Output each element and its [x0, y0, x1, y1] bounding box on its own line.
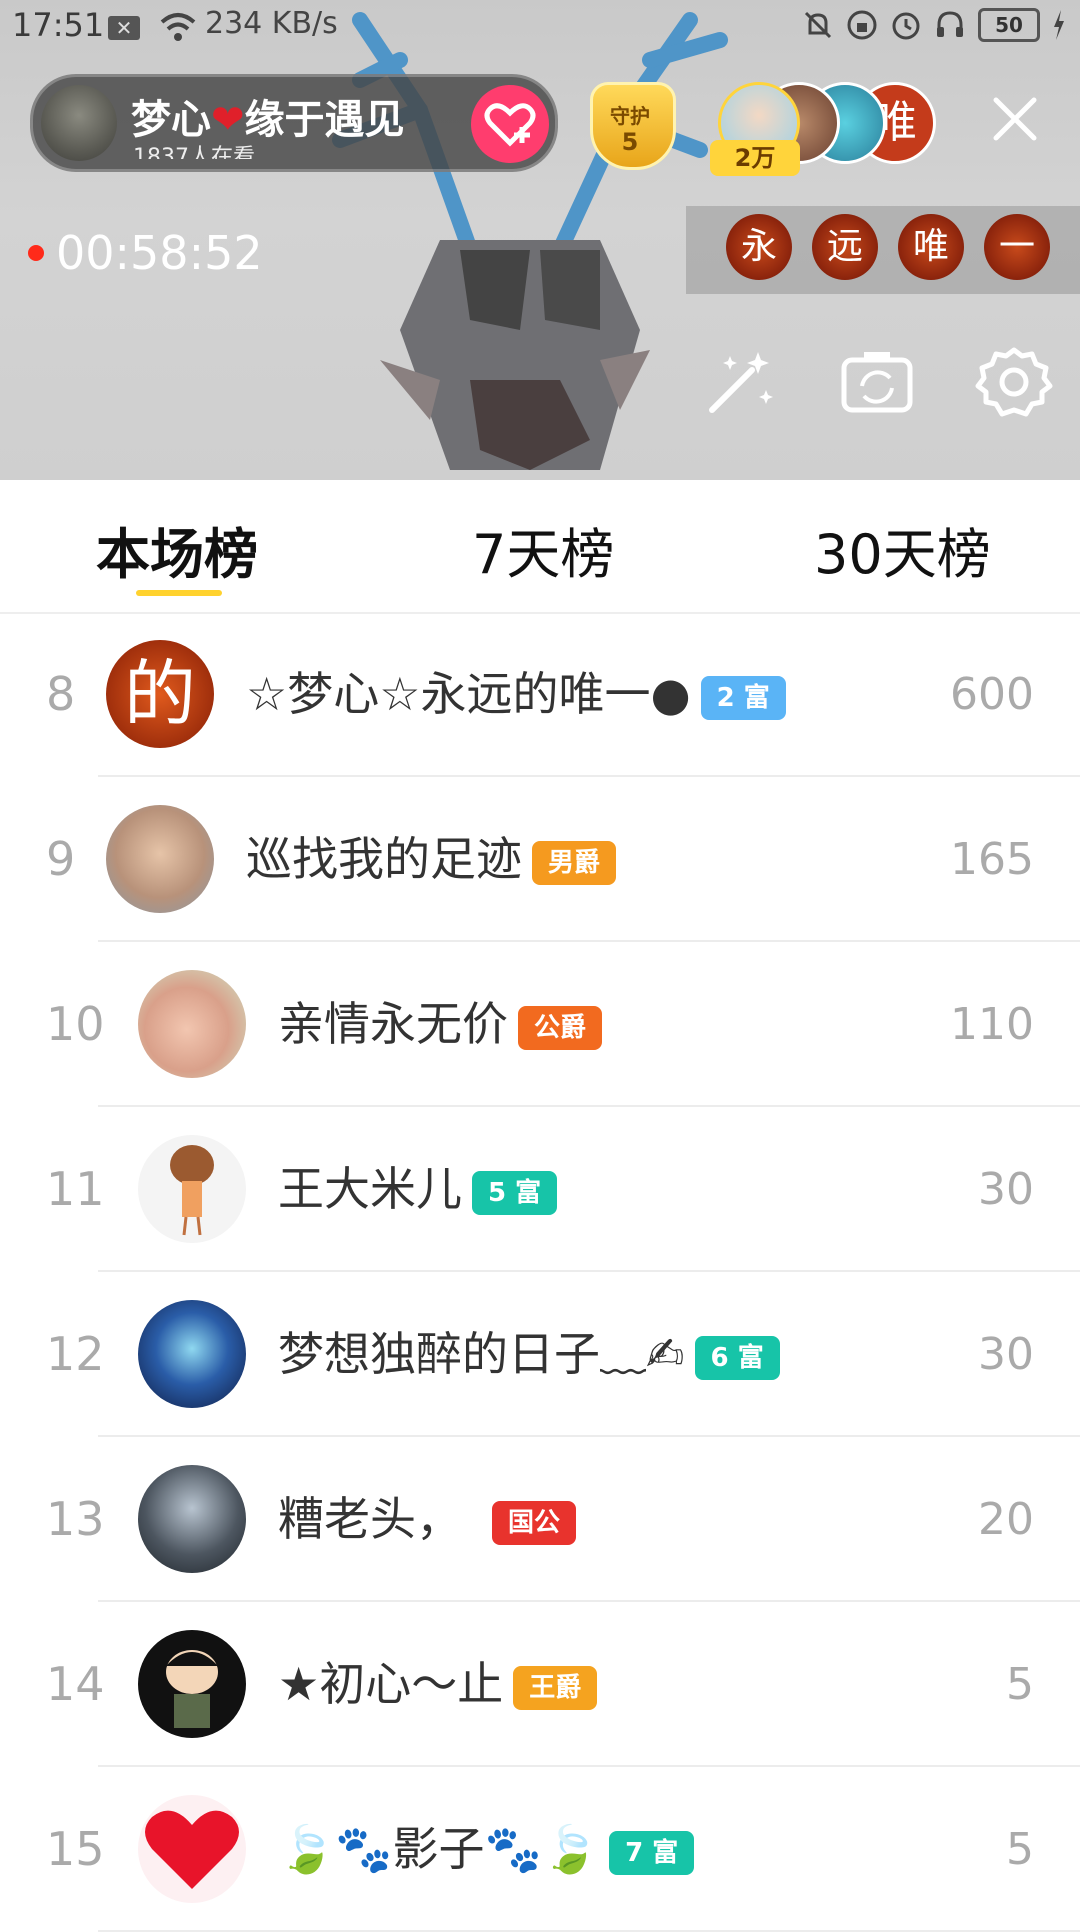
tab-current-session[interactable]: 本场榜: [96, 510, 258, 589]
live-timer: 00:58:52: [28, 226, 263, 280]
user-name: 糟老头， 国公: [278, 1437, 577, 1602]
contribution-score: 110: [950, 999, 1034, 1050]
heart-icon: ❤: [211, 97, 245, 143]
contribution-score: 5: [1006, 1659, 1034, 1710]
ranking-row[interactable]: 9 巡找我的足迹 男爵 165: [0, 777, 1080, 942]
rank-number: 14: [46, 1657, 105, 1711]
rank-number: 15: [46, 1822, 105, 1876]
follow-button[interactable]: [471, 85, 549, 163]
contribution-badge: 2万: [710, 140, 800, 176]
tab-7-days[interactable]: 7天榜: [472, 510, 614, 589]
contribution-score: 30: [978, 1329, 1034, 1380]
fan-avatar[interactable]: 唯: [898, 214, 964, 280]
fan-avatar[interactable]: 永: [726, 214, 792, 280]
user-name: 亲情永无价 公爵: [278, 942, 603, 1107]
ranking-list: 8 的 ☆梦心☆永远的唯一● 2 富 600 9 巡找我的足迹 男爵 165 10 …: [0, 612, 1080, 1932]
contribution-score: 165: [950, 834, 1034, 885]
guard-badge[interactable]: 守护 5: [584, 82, 676, 170]
lock-rotation-icon: [847, 10, 877, 40]
notification-icon: ✕: [108, 16, 140, 40]
viewer-count: 1837人在看: [133, 145, 255, 159]
user-avatar[interactable]: [138, 970, 246, 1078]
noble-rank-badge: 男爵: [532, 840, 617, 885]
fan-avatar[interactable]: 一: [984, 214, 1050, 280]
rank-number: 9: [46, 832, 76, 886]
headphone-icon: [937, 11, 963, 37]
user-avatar[interactable]: 的: [106, 640, 214, 748]
user-name: 梦想独醉的日子﹏✍ 6 富: [278, 1272, 780, 1437]
ranking-row[interactable]: 10 亲情永无价 公爵 110: [0, 942, 1080, 1107]
battery-indicator: 50: [978, 8, 1040, 42]
fan-avatar[interactable]: 远: [812, 214, 878, 280]
user-name: ☆梦心☆永远的唯一● 2 富: [246, 612, 786, 777]
user-name: 巡找我的足迹 男爵: [246, 777, 617, 942]
ranking-row[interactable]: 12 梦想独醉的日子﹏✍ 6 富 30: [0, 1272, 1080, 1437]
contribution-score: 5: [1006, 1824, 1034, 1875]
rank-number: 13: [46, 1492, 105, 1546]
close-icon[interactable]: [990, 94, 1040, 144]
user-avatar[interactable]: [138, 1630, 246, 1738]
status-bar: 17:51 ✕ 234 KB/s 50: [0, 0, 1080, 52]
fan-avatars: 永 远 唯 一: [686, 206, 1080, 294]
ranking-tabs: 本场榜 7天榜 30天榜: [0, 480, 1080, 614]
ranking-row[interactable]: 8 的 ☆梦心☆永远的唯一● 2 富 600: [0, 612, 1080, 777]
ranking-row[interactable]: 11 王大米儿 5 富 30: [0, 1107, 1080, 1272]
anchor-name: 梦心❤缘于遇见: [131, 97, 405, 143]
user-avatar[interactable]: [138, 1465, 246, 1573]
anchor-avatar[interactable]: [41, 85, 117, 161]
live-video-area: 17:51 ✕ 234 KB/s 50 梦心❤缘于遇见 1837人在看 守护 5…: [0, 0, 1080, 480]
ranking-row[interactable]: 15 🍃🐾影子🐾🍃 7 富 5: [0, 1767, 1080, 1932]
user-avatar[interactable]: [106, 805, 214, 913]
noble-rank-badge: 公爵: [518, 1005, 603, 1050]
wealth-level-badge: 6 富: [694, 1335, 780, 1380]
flip-camera-icon[interactable]: [838, 342, 918, 422]
red-heart-icon: [145, 1810, 239, 1889]
ranking-row[interactable]: 13 糟老头， 国公 20: [0, 1437, 1080, 1602]
cartoon-boy-icon: [166, 1650, 218, 1728]
mute-bell-icon: [804, 11, 832, 39]
top-contributors[interactable]: 唯 2万: [710, 82, 958, 176]
contribution-score: 20: [978, 1494, 1034, 1545]
wifi-icon: [160, 13, 196, 41]
rank-number: 11: [46, 1162, 105, 1216]
wealth-level-badge: 7 富: [609, 1830, 695, 1875]
tab-30-days[interactable]: 30天榜: [814, 510, 991, 589]
heart-plus-icon: [484, 103, 536, 147]
magic-wand-icon[interactable]: [700, 342, 780, 422]
charging-icon: [1054, 10, 1064, 40]
user-avatar[interactable]: [138, 1135, 246, 1243]
noble-rank-badge: 国公: [492, 1500, 577, 1545]
rank-number: 12: [46, 1327, 105, 1381]
active-tab-indicator: [136, 590, 222, 596]
wealth-level-badge: 5 富: [472, 1170, 558, 1215]
rank-number: 8: [46, 667, 76, 721]
user-avatar[interactable]: [138, 1795, 246, 1903]
user-avatar[interactable]: [138, 1300, 246, 1408]
user-name: 王大米儿 5 富: [278, 1107, 558, 1272]
contribution-score: 600: [950, 669, 1034, 720]
user-name: 🍃🐾影子🐾🍃 7 富: [278, 1767, 695, 1932]
rank-number: 10: [46, 997, 105, 1051]
settings-gear-icon[interactable]: [974, 342, 1054, 422]
wealth-level-badge: 2 富: [700, 675, 786, 720]
network-speed: 234 KB/s: [205, 6, 338, 41]
alarm-icon: [892, 12, 920, 40]
recording-dot-icon: [28, 245, 44, 261]
user-name: ★初心～止 王爵: [278, 1602, 598, 1767]
ranking-row[interactable]: 14 ★初心～止 王爵 5: [0, 1602, 1080, 1767]
status-time: 17:51: [12, 6, 105, 44]
girl-illustration-icon: [170, 1145, 214, 1236]
contribution-score: 30: [978, 1164, 1034, 1215]
noble-rank-badge: 王爵: [513, 1665, 598, 1710]
anchor-info[interactable]: 梦心❤缘于遇见 1837人在看: [30, 74, 558, 172]
